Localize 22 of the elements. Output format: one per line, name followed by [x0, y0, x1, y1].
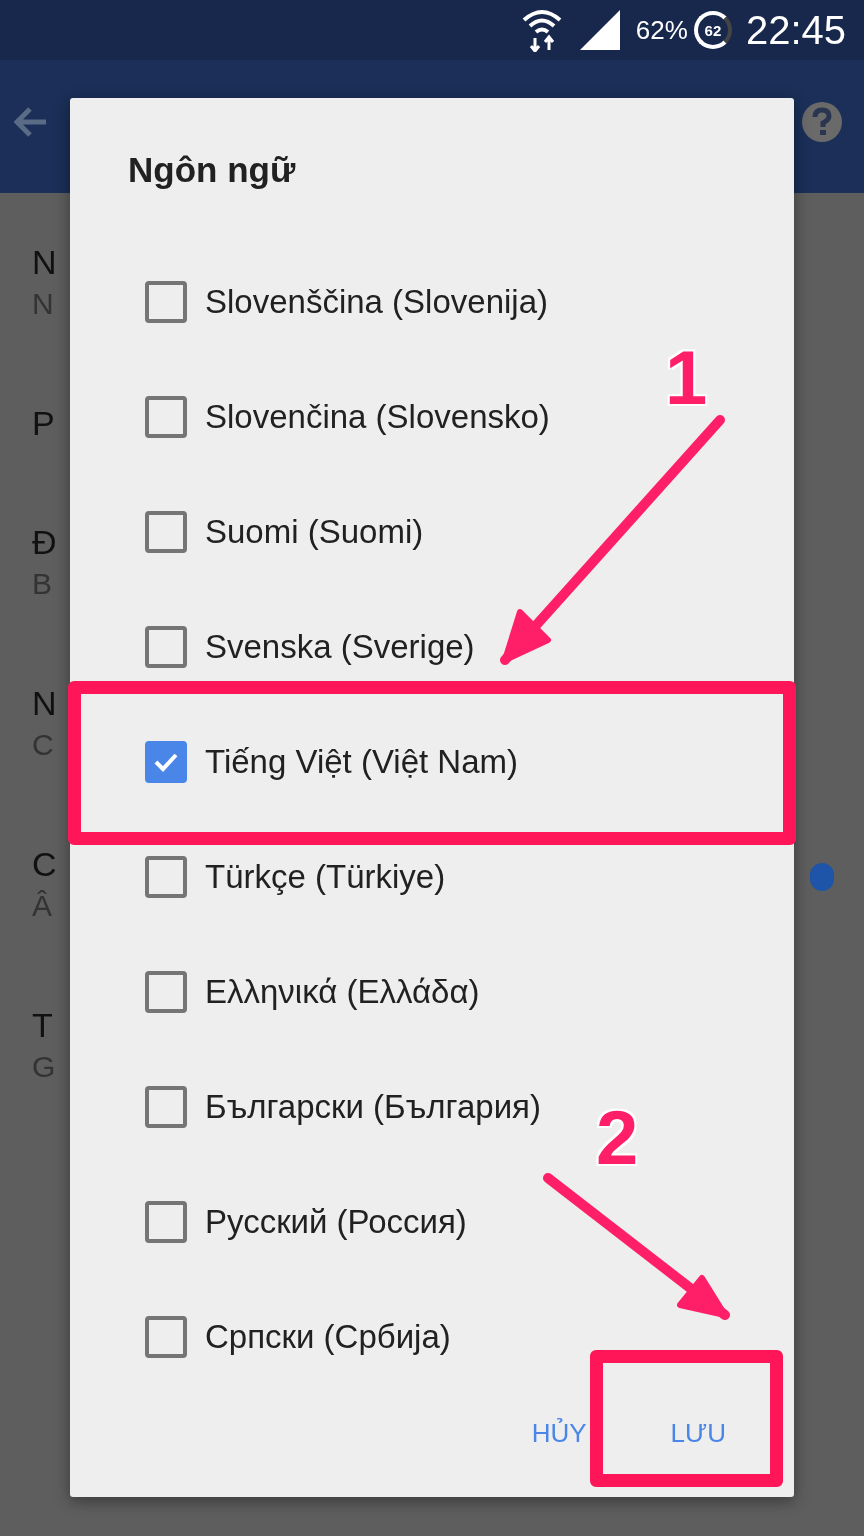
language-option[interactable]: Ελληνικά (Ελλάδα)	[145, 934, 480, 1049]
battery-percent: 62%	[635, 14, 688, 46]
setting-title: N	[32, 683, 57, 724]
setting-title: T	[32, 1005, 54, 1046]
setting-title: Đ	[32, 522, 57, 563]
language-option[interactable]: Български (България)	[145, 1049, 541, 1164]
language-option[interactable]: Русский (Россия)	[145, 1164, 467, 1279]
language-option[interactable]: Slovenčina (Slovensko)	[145, 359, 550, 474]
clock: 22:45	[745, 7, 846, 53]
language-option[interactable]: Tiếng Việt (Việt Nam)	[145, 704, 519, 819]
dialog-title: Ngôn ngữ	[127, 149, 297, 191]
language-option[interactable]: Svenska (Sverige)	[145, 589, 475, 704]
step-number: 1	[665, 338, 708, 418]
language-option[interactable]: Српски (Србија)	[145, 1279, 451, 1370]
language-option[interactable]: Türkçe (Türkiye)	[145, 819, 446, 934]
setting-title: C	[32, 844, 57, 885]
language-option[interactable]: Suomi (Suomi)	[145, 474, 424, 589]
step-number: 2	[596, 1098, 639, 1178]
setting-title: P	[32, 403, 55, 444]
battery-icon: 62	[693, 11, 732, 49]
language-option[interactable]: Slovenščina (Slovenija)	[145, 244, 548, 359]
setting-title: N	[32, 242, 57, 283]
